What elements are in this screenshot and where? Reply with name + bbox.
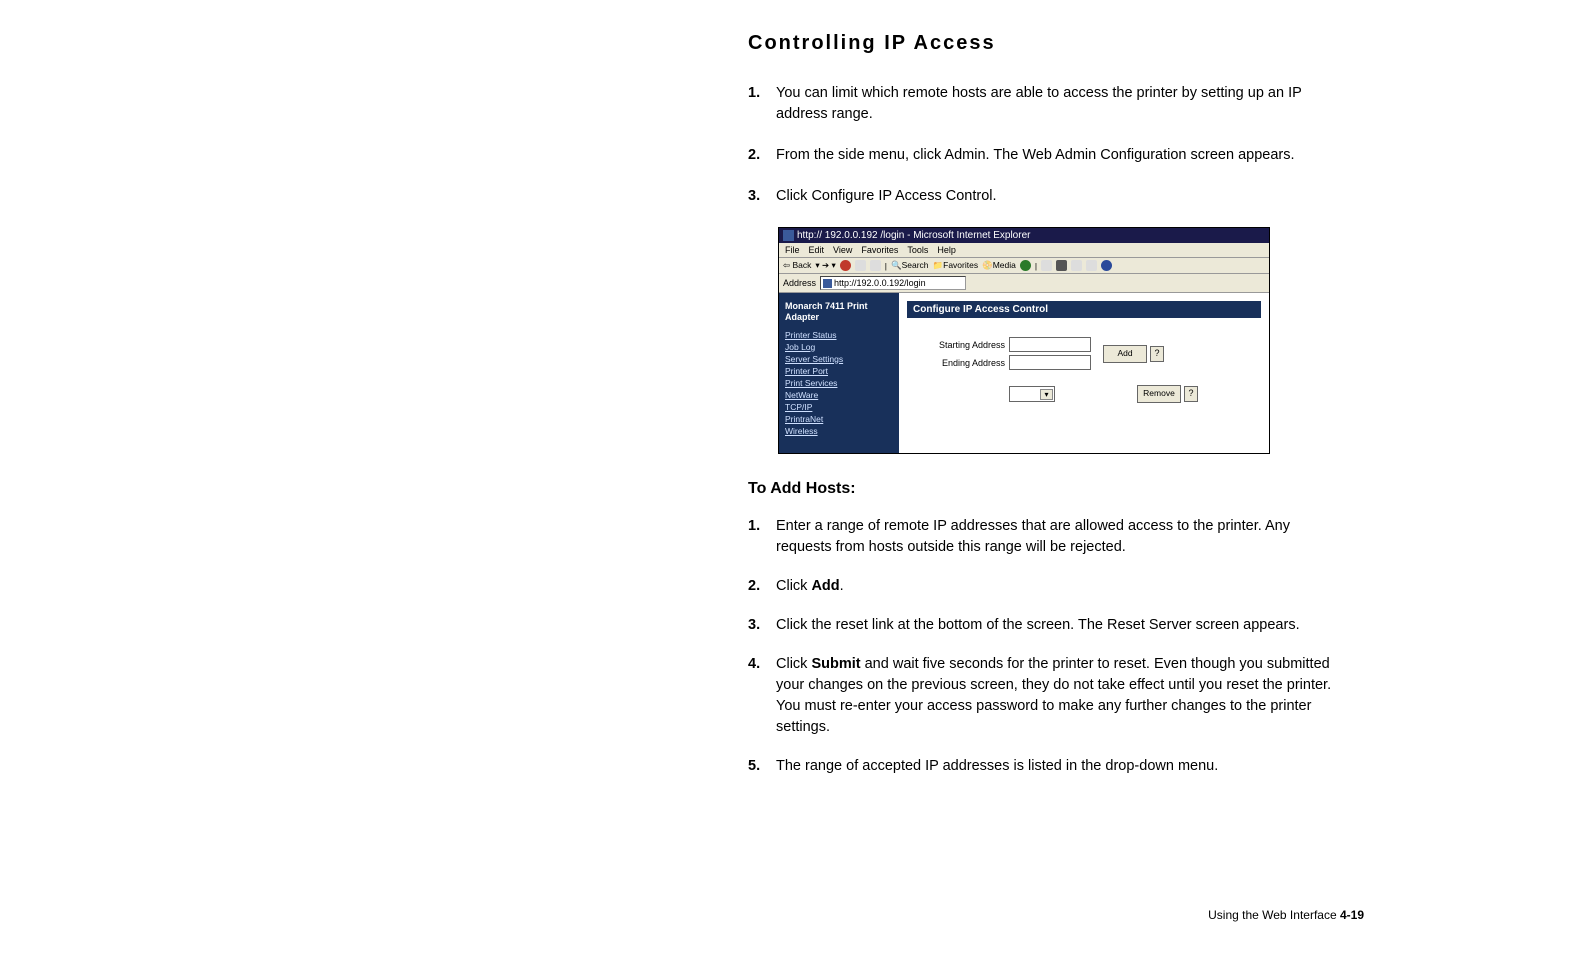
discuss-icon[interactable] <box>1086 260 1097 271</box>
menu-tools[interactable]: Tools <box>907 245 928 255</box>
item-text: From the side menu, click Admin. The Web… <box>776 145 1348 166</box>
address-field[interactable]: http://192.0.0.192/login <box>820 276 966 290</box>
item-number: 3. <box>748 186 776 207</box>
history-icon[interactable] <box>1020 260 1031 271</box>
steps-list: 1.Enter a range of remote IP addresses t… <box>748 516 1348 777</box>
sidebar-link[interactable]: Printer Status <box>785 330 893 340</box>
admin-sidebar: Monarch 7411 Print Adapter Printer Statu… <box>779 293 899 453</box>
menu-help[interactable]: Help <box>937 245 956 255</box>
browser-screenshot: http:// 192.0.0.192 /login - Microsoft I… <box>778 227 1270 454</box>
step-text: Click the reset link at the bottom of th… <box>776 615 1348 636</box>
favorites-label[interactable]: 📁Favorites <box>933 260 979 271</box>
ending-address-input[interactable] <box>1009 355 1091 370</box>
ie-menu-bar: File Edit View Favorites Tools Help <box>779 243 1269 258</box>
intro-item: 2.From the side menu, click Admin. The W… <box>748 145 1348 166</box>
subheading: To Add Hosts: <box>748 480 1348 498</box>
menu-file[interactable]: File <box>785 245 800 255</box>
menu-favorites[interactable]: Favorites <box>861 245 898 255</box>
toolbar-sep3: | <box>1035 261 1037 271</box>
ie-toolbar: ⇦ Back ▾ ➔ ▾ | 🔍Search 📁Favorites 📀Media… <box>779 258 1269 274</box>
print-icon[interactable] <box>1056 260 1067 271</box>
footer-page-number: 4-19 <box>1340 908 1364 922</box>
sidebar-link[interactable]: Printer Port <box>785 366 893 376</box>
step-number: 2. <box>748 576 776 597</box>
step-item: 2.Click Add. <box>748 576 1348 597</box>
admin-main-pane: Configure IP Access Control Starting Add… <box>899 293 1269 453</box>
step-item: 4.Click Submit and wait five seconds for… <box>748 654 1348 738</box>
ie-icon <box>783 230 794 241</box>
remove-help-button[interactable]: ? <box>1184 386 1198 402</box>
refresh-icon[interactable] <box>855 260 866 271</box>
sidebar-link[interactable]: Job Log <box>785 342 893 352</box>
step-item: 3.Click the reset link at the bottom of … <box>748 615 1348 636</box>
back-label[interactable]: ⇦ Back <box>783 260 811 271</box>
page-footer: Using the Web Interface 4-19 <box>1208 908 1364 922</box>
page-icon <box>823 279 832 288</box>
starting-address-input[interactable] <box>1009 337 1091 352</box>
step-text: Click Add. <box>776 576 1348 597</box>
stop-icon[interactable] <box>840 260 851 271</box>
intro-list: 1.You can limit which remote hosts are a… <box>748 83 1348 207</box>
sidebar-link[interactable]: Wireless <box>785 426 893 436</box>
page-heading: Controlling IP Access <box>748 32 1348 55</box>
home-icon[interactable] <box>870 260 881 271</box>
intro-item: 3.Click Configure IP Access Control. <box>748 186 1348 207</box>
add-help-button[interactable]: ? <box>1150 346 1164 362</box>
step-text: Enter a range of remote IP addresses tha… <box>776 516 1348 558</box>
address-label: Address <box>783 278 816 288</box>
step-number: 1. <box>748 516 776 558</box>
sidebar-link[interactable]: Print Services <box>785 378 893 388</box>
toolbar-sep: ▾ ➔ ▾ <box>815 260 835 271</box>
msn-icon[interactable] <box>1101 260 1112 271</box>
menu-view[interactable]: View <box>833 245 852 255</box>
step-number: 4. <box>748 654 776 738</box>
step-text: The range of accepted IP addresses is li… <box>776 756 1348 777</box>
edit-icon[interactable] <box>1071 260 1082 271</box>
sidebar-link[interactable]: PrintraNet <box>785 414 893 424</box>
step-item: 1.Enter a range of remote IP addresses t… <box>748 516 1348 558</box>
item-text: You can limit which remote hosts are abl… <box>776 83 1348 125</box>
media-label[interactable]: 📀Media <box>982 260 1016 271</box>
step-number: 5. <box>748 756 776 777</box>
step-number: 3. <box>748 615 776 636</box>
sidebar-title: Monarch 7411 Print Adapter <box>785 301 893 324</box>
toolbar-sep2: | <box>885 261 887 271</box>
sidebar-link[interactable]: TCP/IP <box>785 402 893 412</box>
footer-text: Using the Web Interface <box>1208 908 1340 922</box>
add-button[interactable]: Add <box>1103 345 1147 363</box>
starting-address-label: Starting Address <box>927 340 1005 350</box>
sidebar-link[interactable]: NetWare <box>785 390 893 400</box>
pane-header: Configure IP Access Control <box>907 301 1261 318</box>
step-item: 5.The range of accepted IP addresses is … <box>748 756 1348 777</box>
search-label[interactable]: 🔍Search <box>891 260 929 271</box>
web-content-area: Monarch 7411 Print Adapter Printer Statu… <box>779 293 1269 453</box>
ip-range-select[interactable]: ▾ <box>1009 386 1055 402</box>
mail-icon[interactable] <box>1041 260 1052 271</box>
ip-access-form: Starting Address Ending Address Add ? <box>927 334 1241 403</box>
step-text: Click Submit and wait five seconds for t… <box>776 654 1348 738</box>
item-text: Click Configure IP Access Control. <box>776 186 1348 207</box>
item-number: 2. <box>748 145 776 166</box>
sidebar-link[interactable]: Server Settings <box>785 354 893 364</box>
menu-edit[interactable]: Edit <box>809 245 825 255</box>
ie-title-bar: http:// 192.0.0.192 /login - Microsoft I… <box>779 228 1269 243</box>
sidebar-links: Printer Status Job Log Server Settings Prin… <box>785 330 893 436</box>
item-number: 1. <box>748 83 776 125</box>
ie-title-text: http:// 192.0.0.192 /login - Microsoft I… <box>797 230 1030 241</box>
intro-item: 1.You can limit which remote hosts are a… <box>748 83 1348 125</box>
ie-address-bar: Address http://192.0.0.192/login <box>779 274 1269 293</box>
ending-address-label: Ending Address <box>927 358 1005 368</box>
remove-button[interactable]: Remove <box>1137 385 1181 403</box>
